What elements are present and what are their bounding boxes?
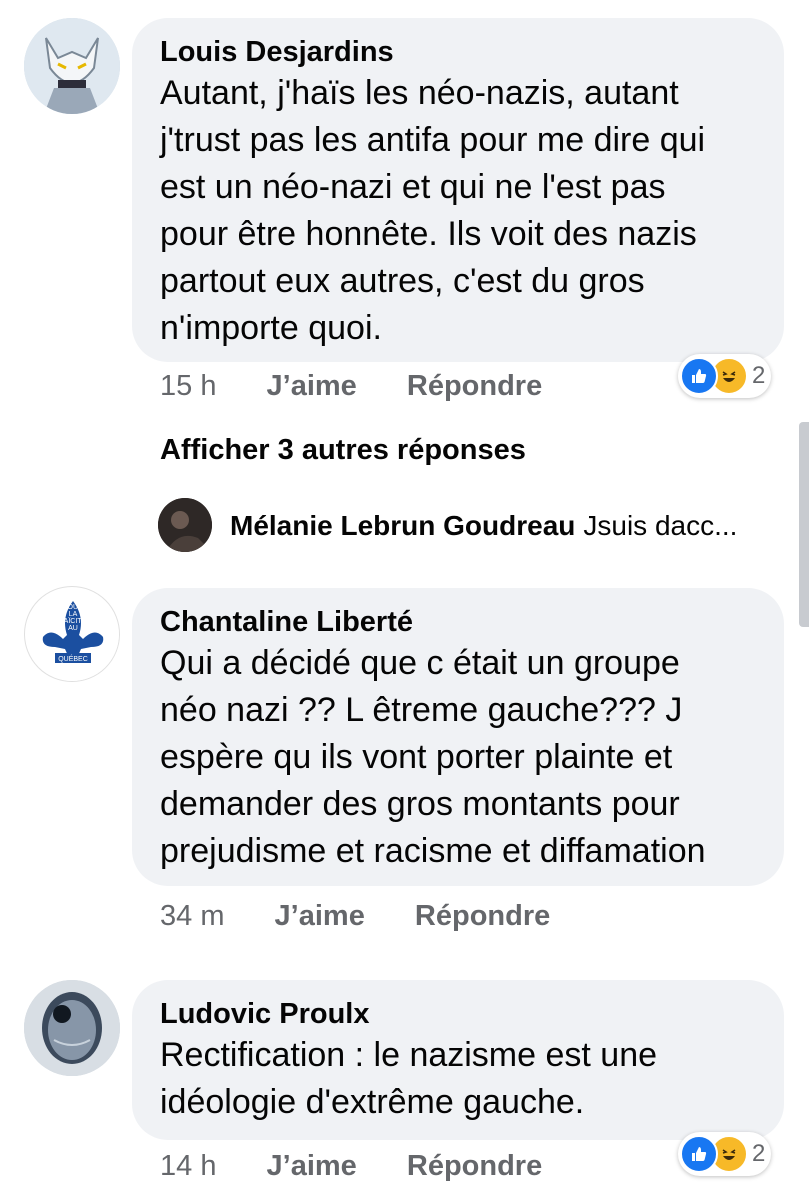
comment-text: Rectification : le nazisme est une idéol… <box>160 1036 658 1121</box>
avatar-text: LA <box>69 611 78 618</box>
comment-bubble: Ludovic Proulx Rectification : le nazism… <box>132 980 784 1140</box>
reply-button[interactable]: Répondre <box>407 1150 542 1182</box>
comment-text: Autant, j'haïs les néo-nazis, autant j't… <box>160 74 706 347</box>
reaction-count: 2 <box>752 1140 766 1167</box>
view-more-replies-link[interactable]: Afficher 3 autres réponses <box>160 434 526 467</box>
reaction-count: 2 <box>752 362 766 389</box>
comment-actions: 15 h J’aime Répondre <box>160 368 542 404</box>
like-icon <box>680 357 718 395</box>
profile-photo-icon <box>158 498 212 552</box>
wolf-avatar-icon <box>24 18 120 114</box>
like-button[interactable]: J’aime <box>275 900 365 932</box>
comment-time[interactable]: 15 h <box>160 370 216 402</box>
avatar-text: LAÏCITÉ <box>60 616 87 625</box>
comment-text: Qui a décidé que c était un groupe néo n… <box>160 644 706 870</box>
comment-bubble: Louis Desjardins Autant, j'haïs les néo-… <box>132 18 784 362</box>
reply-button[interactable]: Répondre <box>415 900 550 932</box>
reply-button[interactable]: Répondre <box>407 370 542 402</box>
avatar[interactable]: POUR LA LAÏCITÉ AU QUÉBEC <box>24 586 120 682</box>
fleur-de-lis-icon: POUR LA LAÏCITÉ AU QUÉBEC <box>27 589 119 681</box>
avatar[interactable] <box>158 498 212 552</box>
comment-actions: 14 h J’aime Répondre <box>160 1148 542 1184</box>
reply-author[interactable]: Mélanie Lebrun Goudreau <box>230 510 575 541</box>
scrollbar[interactable] <box>799 422 809 627</box>
avatar[interactable] <box>24 980 120 1076</box>
avatar-text: QUÉBEC <box>58 654 88 663</box>
like-button[interactable]: J’aime <box>267 370 357 402</box>
comment-author[interactable]: Ludovic Proulx <box>160 996 756 1032</box>
comment-author[interactable]: Louis Desjardins <box>160 34 756 70</box>
comment-author[interactable]: Chantaline Liberté <box>160 604 756 640</box>
avatar-text: AU <box>68 625 78 632</box>
reply-snippet: Jsuis dacc... <box>583 510 738 541</box>
brain-scan-icon <box>24 980 120 1076</box>
avatar-text: POUR <box>63 604 83 611</box>
like-icon <box>680 1135 718 1173</box>
comment-time[interactable]: 34 m <box>160 900 224 932</box>
reaction-summary[interactable]: 2 <box>678 354 772 398</box>
comment-bubble: Chantaline Liberté Qui a décidé que c ét… <box>132 588 784 886</box>
avatar[interactable] <box>24 18 120 114</box>
reaction-summary[interactable]: 2 <box>678 1132 772 1176</box>
comment-time[interactable]: 14 h <box>160 1150 216 1182</box>
like-button[interactable]: J’aime <box>267 1150 357 1182</box>
comment-actions: 34 m J’aime Répondre <box>160 898 550 934</box>
